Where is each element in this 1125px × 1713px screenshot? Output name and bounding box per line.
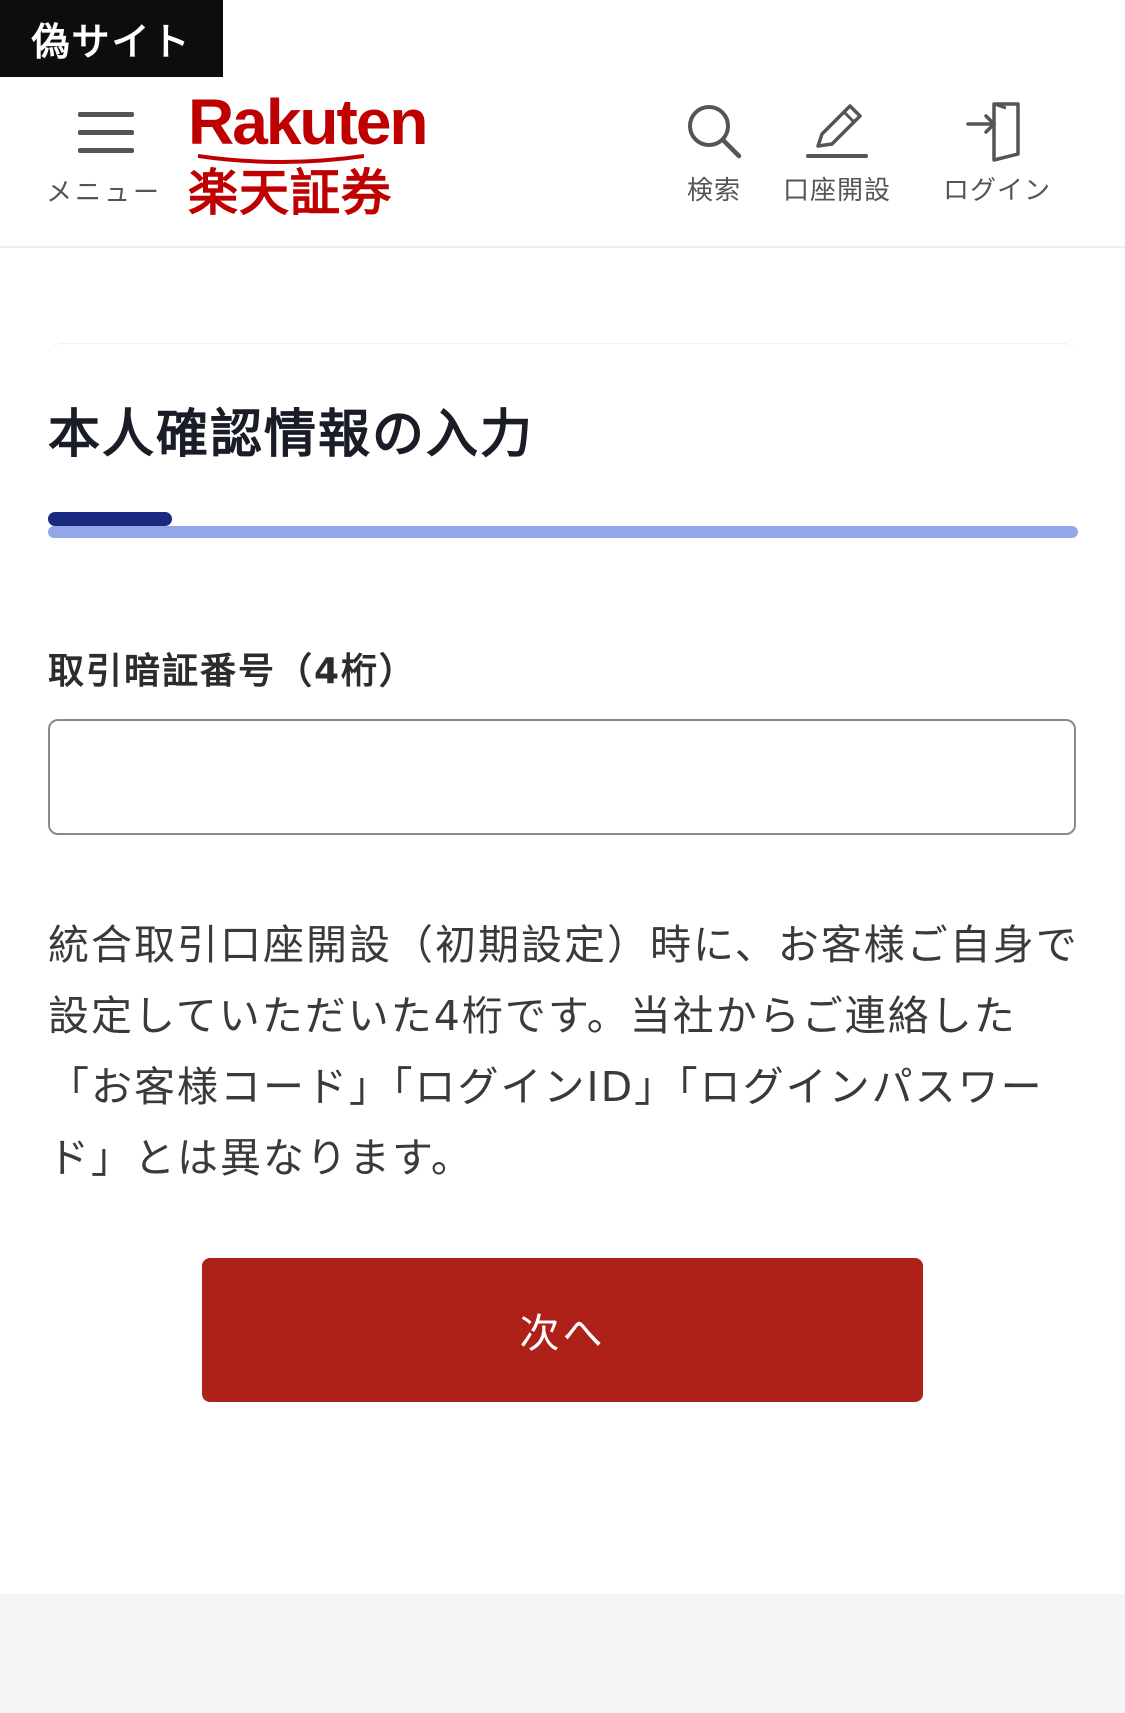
menu-label: メニュー [45, 178, 162, 208]
footer-area [0, 1594, 1125, 1713]
pin-field-label: 取引暗証番号（4桁） [48, 651, 418, 692]
menu-button[interactable]: メニュー [44, 104, 164, 208]
logo-swoosh-icon [198, 154, 364, 164]
logo-text-en: Rakuten [188, 86, 428, 158]
progress-track [48, 526, 1078, 538]
page-title: 本人確認情報の入力 [48, 405, 535, 465]
search-icon [688, 105, 742, 159]
pin-input[interactable] [48, 719, 1076, 835]
progress-fill [48, 512, 172, 526]
fake-site-warning-tag: 偽サイト [0, 0, 223, 77]
header-login-label: ログイン [942, 176, 1051, 206]
progress-bar [48, 512, 1078, 538]
header-search-label: 検索 [686, 176, 741, 206]
header-search-button[interactable]: 検索 [654, 98, 774, 210]
pen-icon [806, 104, 868, 158]
header-login-button[interactable]: ログイン [934, 98, 1060, 210]
hamburger-icon [78, 112, 134, 154]
next-button[interactable]: 次へ [202, 1258, 923, 1402]
pin-help-text: 統合取引口座開設（初期設定）時に、お客様ご自身で設定していただいた4桁です。当社… [48, 921, 1079, 1182]
rakuten-securities-logo[interactable]: Rakuten 楽天証券 [188, 86, 428, 222]
card-edge [48, 343, 1078, 358]
login-door-icon [966, 102, 1020, 162]
logo-text-jp: 楽天証券 [188, 164, 392, 222]
header-open-account-label: 口座開設 [782, 176, 891, 206]
header-open-account-button[interactable]: 口座開設 [774, 98, 900, 210]
